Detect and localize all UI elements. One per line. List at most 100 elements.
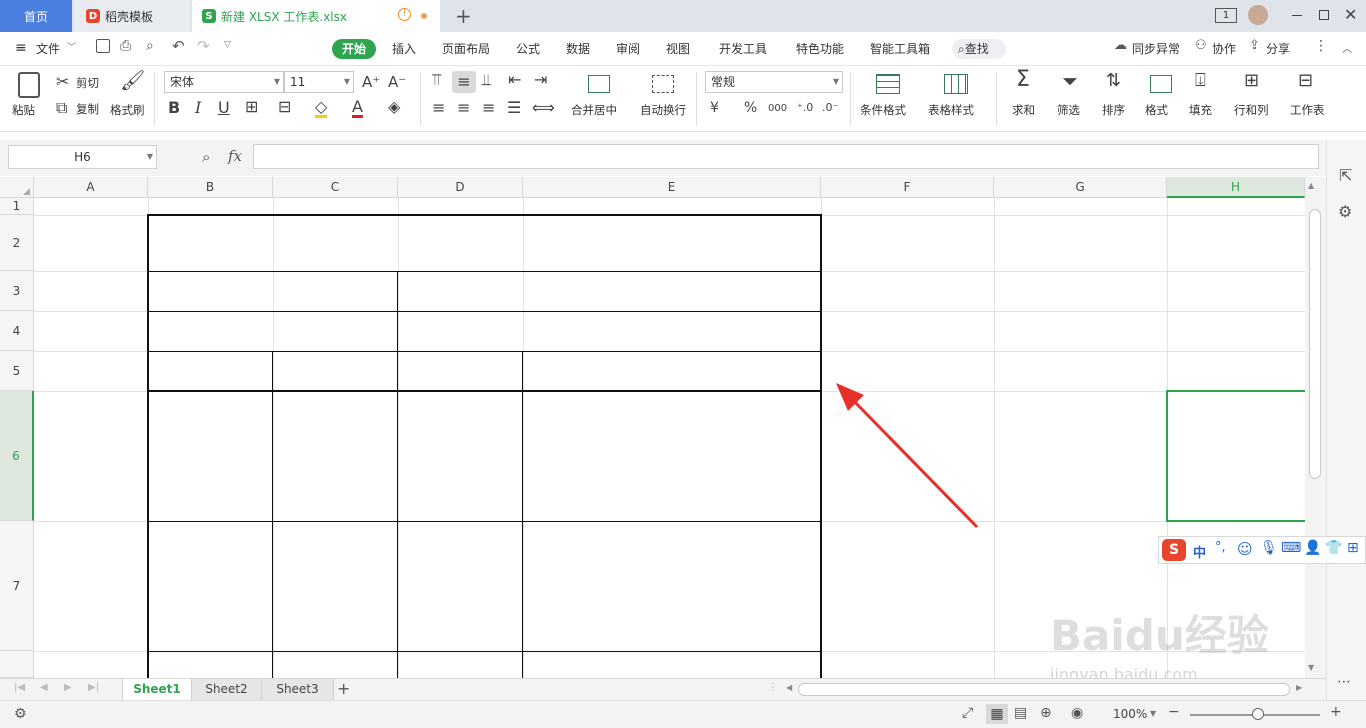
cut-button[interactable]: 剪切 xyxy=(76,75,99,91)
zoom-level[interactable]: 100% xyxy=(1113,707,1147,721)
spreadsheet-grid[interactable]: A B C D E F G H 1 2 3 4 5 6 7 Baidu经验 ji… xyxy=(0,177,1305,678)
column-header-d[interactable]: D xyxy=(398,177,523,198)
align-left-icon[interactable]: ≡ xyxy=(432,100,445,116)
bold-icon[interactable]: B xyxy=(168,100,180,116)
menu-special-features[interactable]: 特色功能 xyxy=(796,40,844,57)
align-top-icon[interactable]: ⫪ xyxy=(432,72,441,88)
vertical-scrollbar[interactable]: ▲ ▼ xyxy=(1305,177,1326,678)
font-color-icon[interactable]: A xyxy=(352,99,363,118)
close-icon[interactable]: ✕ xyxy=(1344,5,1357,24)
minimize-icon[interactable] xyxy=(1292,15,1302,16)
first-sheet-icon[interactable]: |◀ xyxy=(14,682,25,693)
print-icon[interactable]: ⎙ xyxy=(120,38,131,54)
name-box[interactable]: H6 ▼ xyxy=(8,145,157,169)
align-center-icon[interactable]: ≡ xyxy=(457,100,470,116)
search-button[interactable]: ⌕查找 xyxy=(952,39,1006,59)
indent-decrease-icon[interactable]: ⇤ xyxy=(508,72,521,88)
formula-input[interactable] xyxy=(253,144,1319,169)
format-button[interactable]: 格式 xyxy=(1145,102,1168,118)
add-sheet-button[interactable]: + xyxy=(337,679,350,698)
paste-button[interactable]: 粘贴 xyxy=(12,102,35,118)
tab-document[interactable]: S 新建 XLSX 工作表.xlsx ! xyxy=(192,0,440,32)
ime-language-toggle[interactable]: 中 xyxy=(1193,542,1206,561)
zoom-slider-thumb[interactable] xyxy=(1252,708,1264,720)
menu-file[interactable]: 文件 xyxy=(36,40,60,57)
microphone-icon[interactable]: 🎙 xyxy=(1260,540,1278,556)
redo-icon[interactable]: ↷ xyxy=(197,37,210,55)
prev-sheet-icon[interactable]: ◀ xyxy=(40,682,48,693)
avatar[interactable] xyxy=(1248,5,1268,25)
user-icon[interactable]: 👤 xyxy=(1304,540,1321,556)
scroll-thumb[interactable] xyxy=(1309,209,1321,479)
clear-format-icon[interactable]: ◈ xyxy=(388,99,400,115)
punctuation-icon[interactable]: °, xyxy=(1215,540,1226,555)
scroll-up-icon[interactable]: ▲ xyxy=(1308,181,1314,190)
page-break-view-icon[interactable]: ⊕ xyxy=(1040,705,1052,721)
menu-smart-toolbox[interactable]: 智能工具箱 xyxy=(870,40,930,57)
column-header-c[interactable]: C xyxy=(273,177,398,198)
row-header-7[interactable]: 7 xyxy=(0,521,34,651)
scroll-left-icon[interactable]: ◀ xyxy=(786,683,792,692)
copy-button[interactable]: 复制 xyxy=(76,101,99,117)
settings-sliders-icon[interactable]: ⚙ xyxy=(1338,202,1352,221)
decrease-font-icon[interactable]: A⁻ xyxy=(388,74,406,90)
save-icon[interactable] xyxy=(96,39,110,53)
insert-function-icon[interactable]: fx xyxy=(228,147,242,165)
zoom-in-icon[interactable]: + xyxy=(1330,704,1342,720)
hamburger-icon[interactable]: ≡ xyxy=(15,40,27,56)
align-bottom-icon[interactable]: ⫫ xyxy=(482,72,491,88)
align-middle-icon[interactable]: ≡ xyxy=(452,71,476,93)
sheet-tab-3[interactable]: Sheet3 xyxy=(262,679,334,700)
column-header-e[interactable]: E xyxy=(523,177,821,198)
row-header-6[interactable]: 6 xyxy=(0,391,34,521)
row-header-4[interactable]: 4 xyxy=(0,311,34,351)
conditional-format-button[interactable]: 条件格式 xyxy=(860,102,906,118)
undo-icon[interactable]: ↶ xyxy=(172,37,185,55)
emoji-icon[interactable]: ☺ xyxy=(1237,540,1253,558)
row-header-3[interactable]: 3 xyxy=(0,271,34,311)
more-options-icon[interactable]: ⋮ xyxy=(1314,38,1328,54)
row-header-8[interactable] xyxy=(0,651,34,678)
cell-style-icon[interactable]: ⊟ xyxy=(278,99,291,115)
menu-data[interactable]: 数据 xyxy=(566,40,590,57)
justify-icon[interactable]: ☰ xyxy=(507,100,521,116)
warning-icon[interactable]: ! xyxy=(398,8,411,21)
align-right-icon[interactable]: ≡ xyxy=(482,100,495,116)
row-header-1[interactable]: 1 xyxy=(0,198,34,215)
font-name-select[interactable]: 宋体 ▼ xyxy=(164,71,284,93)
keyboard-icon[interactable]: ⌨ xyxy=(1281,540,1301,556)
menu-view[interactable]: 视图 xyxy=(666,40,690,57)
normal-view-icon[interactable]: ▦ xyxy=(986,704,1008,724)
horizontal-scroll-thumb[interactable] xyxy=(798,683,1290,696)
chevron-down-icon[interactable]: ▼ xyxy=(1150,709,1156,718)
window-count-badge[interactable]: 1 xyxy=(1215,8,1237,23)
scroll-down-icon[interactable]: ▼ xyxy=(1308,663,1314,672)
zoom-out-icon[interactable]: − xyxy=(1168,704,1180,720)
menu-developer[interactable]: 开发工具 xyxy=(719,40,767,57)
eye-protection-icon[interactable]: ◉ xyxy=(1071,705,1083,721)
menu-formulas[interactable]: 公式 xyxy=(516,40,540,57)
italic-icon[interactable]: I xyxy=(195,100,201,116)
column-header-b[interactable]: B xyxy=(148,177,273,198)
increase-decimal-icon[interactable]: ⁺.0 xyxy=(797,100,813,116)
fill-button[interactable]: 填充 xyxy=(1189,102,1212,118)
font-size-select[interactable]: 11 ▼ xyxy=(284,71,354,93)
currency-icon[interactable]: ¥ xyxy=(710,100,719,116)
filter-button[interactable]: 筛选 xyxy=(1057,102,1080,118)
tab-home[interactable]: 首页 xyxy=(0,0,72,32)
restore-icon[interactable] xyxy=(1319,10,1329,20)
sogou-logo-icon[interactable]: S xyxy=(1162,539,1186,561)
thousands-separator-icon[interactable]: 000 xyxy=(768,101,787,117)
menu-page-layout[interactable]: 页面布局 xyxy=(442,40,490,57)
print-preview-icon[interactable]: ⌕ xyxy=(146,38,154,54)
rows-cols-button[interactable]: 行和列 xyxy=(1234,102,1269,118)
indent-increase-icon[interactable]: ⇥ xyxy=(534,72,547,88)
menu-insert[interactable]: 插入 xyxy=(392,40,416,57)
row-header-2[interactable]: 2 xyxy=(0,215,34,271)
column-header-a[interactable]: A xyxy=(34,177,148,198)
column-header-f[interactable]: F xyxy=(821,177,994,198)
paste-icon[interactable] xyxy=(18,72,40,98)
quick-access-dropdown-icon[interactable]: ▽ xyxy=(224,40,231,50)
menu-review[interactable]: 审阅 xyxy=(616,40,640,57)
collapse-ribbon-icon[interactable]: ︿ xyxy=(1342,40,1352,55)
